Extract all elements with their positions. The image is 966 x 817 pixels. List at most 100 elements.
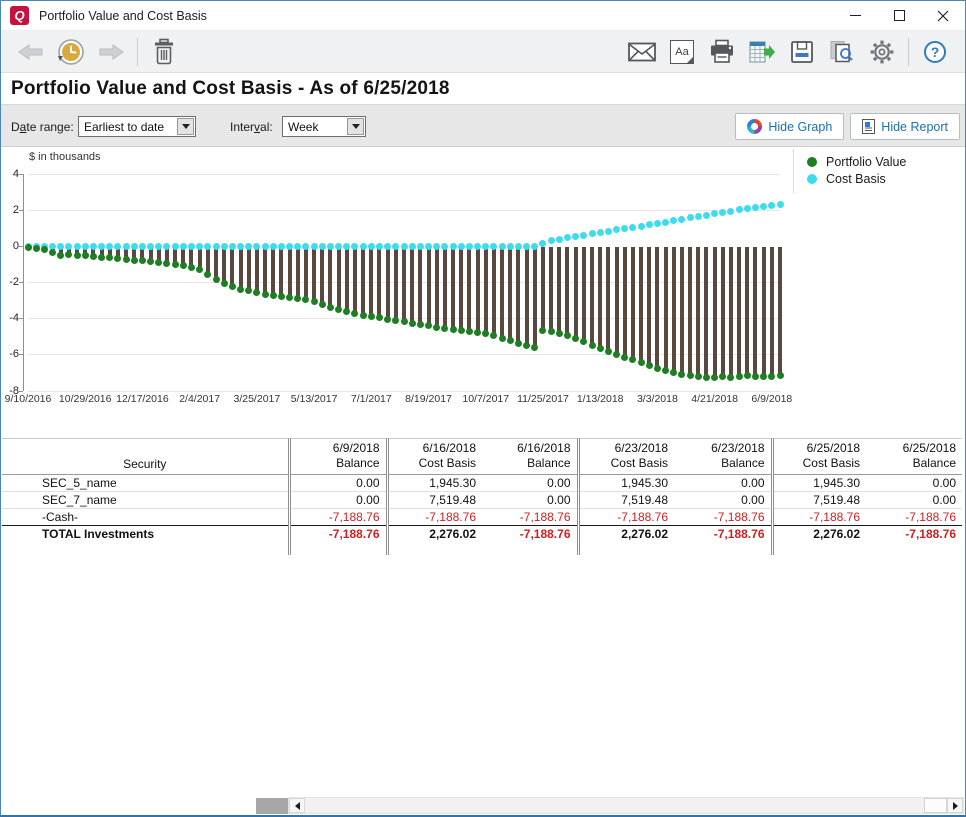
hide-report-button[interactable]: Hide Report xyxy=(850,113,960,140)
value-bar xyxy=(410,247,414,324)
scroll-right-button[interactable] xyxy=(947,798,963,813)
table-spacer-row xyxy=(2,543,962,555)
cost-basis-point xyxy=(597,229,604,236)
toolbar-separator xyxy=(137,38,138,66)
cost-basis-point xyxy=(678,216,685,223)
value-bar xyxy=(655,247,659,369)
value-bar xyxy=(328,247,332,308)
value-cell: -7,188.76 xyxy=(866,526,962,543)
horizontal-scrollbar[interactable] xyxy=(288,797,964,814)
value-cell: -7,188.76 xyxy=(387,509,482,526)
cost-basis-point xyxy=(98,243,105,250)
portfolio-value-point xyxy=(450,326,457,333)
table-row[interactable]: -Cash--7,188.76-7,188.76-7,188.76-7,188.… xyxy=(2,509,962,526)
value-bar xyxy=(279,247,283,297)
portfolio-value-point xyxy=(441,325,448,332)
portfolio-value-point xyxy=(335,306,342,313)
back-button[interactable] xyxy=(11,33,51,71)
portfolio-value-point xyxy=(155,259,162,266)
help-button[interactable]: ? xyxy=(915,33,955,71)
maximize-button[interactable] xyxy=(877,1,921,30)
value-cell: 2,276.02 xyxy=(772,526,866,543)
cost-basis-point xyxy=(629,224,636,231)
cost-basis-point xyxy=(482,243,489,250)
history-button[interactable] xyxy=(51,33,91,71)
scrollbar-thumb[interactable] xyxy=(924,798,947,813)
column-header: Security xyxy=(2,439,289,475)
x-tick-label: 9/10/2016 xyxy=(5,393,52,405)
portfolio-value-point xyxy=(490,332,497,339)
header-row: Security6/9/2018Balance6/16/2018Cost Bas… xyxy=(2,439,962,475)
printer-icon xyxy=(708,39,736,65)
value-bar xyxy=(369,247,373,318)
value-bar xyxy=(778,247,782,377)
font-size-button[interactable]: Aa xyxy=(662,33,702,71)
export-button[interactable] xyxy=(742,33,782,71)
date-range-label: Date range: xyxy=(11,120,74,134)
value-bar xyxy=(606,247,610,353)
value-bar xyxy=(386,247,390,320)
cost-basis-point xyxy=(221,243,228,250)
value-bar xyxy=(549,247,553,333)
table-row[interactable]: SEC_7_name0.007,519.480.007,519.480.007,… xyxy=(2,492,962,509)
value-bar xyxy=(255,247,259,294)
value-bar xyxy=(271,247,275,296)
print-button[interactable] xyxy=(702,33,742,71)
cost-basis-point xyxy=(752,204,759,211)
date-range-dropdown-button[interactable] xyxy=(177,118,194,135)
y-tick-label: -4 xyxy=(1,312,19,324)
print-preview-button[interactable] xyxy=(822,33,862,71)
date-range-dropdown[interactable]: Earliest to date xyxy=(78,116,196,137)
value-bar xyxy=(598,247,602,350)
close-button[interactable] xyxy=(921,1,965,30)
cost-basis-point xyxy=(253,243,260,250)
portfolio-value-point xyxy=(82,252,89,259)
portfolio-value-point xyxy=(629,356,636,363)
forward-button[interactable] xyxy=(91,33,131,71)
portfolio-value-point xyxy=(499,335,506,342)
portfolio-value-point xyxy=(139,257,146,264)
value-bar xyxy=(623,247,627,358)
portfolio-value-point xyxy=(65,251,72,258)
scroll-left-button[interactable] xyxy=(289,798,305,813)
cost-basis-point xyxy=(180,243,187,250)
cost-basis-point xyxy=(687,214,694,221)
value-bar xyxy=(615,247,619,355)
settings-button[interactable] xyxy=(862,33,902,71)
cost-basis-point xyxy=(57,243,64,250)
cost-basis-point xyxy=(114,243,121,250)
cost-basis-point xyxy=(777,201,784,208)
hide-graph-button[interactable]: Hide Graph xyxy=(735,113,844,140)
x-tick-label: 2/4/2017 xyxy=(179,393,220,405)
cost-basis-point xyxy=(515,243,522,250)
minimize-button[interactable] xyxy=(833,1,877,30)
cost-basis-point xyxy=(711,210,718,217)
cost-basis-point xyxy=(376,243,383,250)
cost-basis-point xyxy=(507,243,514,250)
email-button[interactable] xyxy=(622,33,662,71)
x-tick-label: 7/1/2017 xyxy=(351,393,392,405)
interval-value: Week xyxy=(288,120,318,134)
interval-dropdown-button[interactable] xyxy=(347,118,364,135)
save-button[interactable] xyxy=(782,33,822,71)
table-row[interactable]: TOTAL Investments-7,188.762,276.02-7,188… xyxy=(2,526,962,543)
value-cell: -7,188.76 xyxy=(578,509,674,526)
legend: Portfolio Value Cost Basis xyxy=(807,153,906,187)
cost-basis-swatch-icon xyxy=(807,174,817,184)
portfolio-value-point xyxy=(213,276,220,283)
spacer-cell xyxy=(289,543,387,555)
bottom-band xyxy=(1,797,965,815)
portfolio-value-point xyxy=(204,271,211,278)
page-title: Portfolio Value and Cost Basis - As of 6… xyxy=(11,78,450,100)
x-tick-label: 6/9/2018 xyxy=(751,393,792,405)
table-row[interactable]: SEC_5_name0.001,945.300.001,945.300.001,… xyxy=(2,475,962,492)
delete-button[interactable] xyxy=(144,33,184,71)
cost-basis-point xyxy=(474,243,481,250)
cost-basis-point xyxy=(548,237,555,244)
interval-dropdown[interactable]: Week xyxy=(282,116,366,137)
value-bar xyxy=(721,247,725,377)
portfolio-value-point xyxy=(270,292,277,299)
portfolio-value-point xyxy=(556,330,563,337)
x-tick-label: 10/7/2017 xyxy=(462,393,509,405)
spacer-cell xyxy=(2,543,289,555)
